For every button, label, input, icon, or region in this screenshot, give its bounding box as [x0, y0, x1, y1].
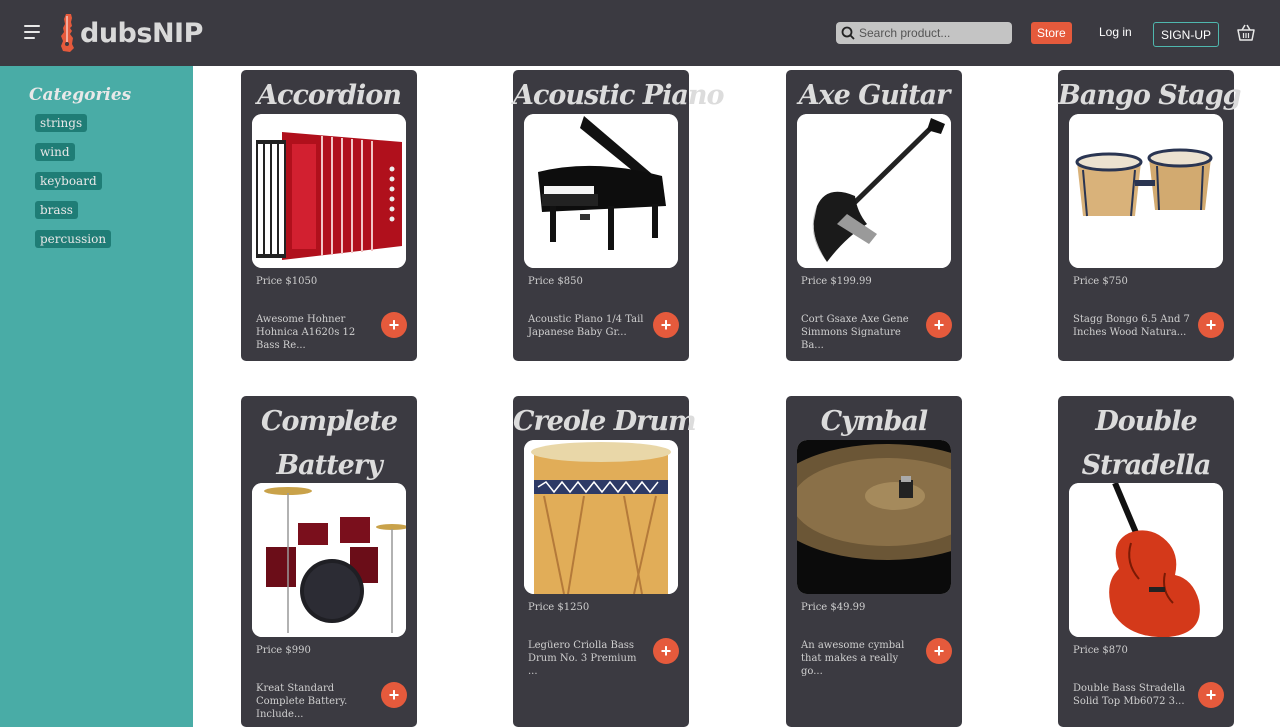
guitar-logo-icon [61, 14, 74, 52]
add-to-cart-button[interactable]: + [926, 638, 952, 664]
category-sidebar: Categories strings wind keyboard brass p… [0, 66, 193, 727]
hamburger-menu-icon[interactable] [24, 25, 40, 39]
category-list: strings wind keyboard brass percussion [35, 114, 112, 259]
top-navbar: dubsNIP Store Log in SIGN-UP [0, 0, 1280, 66]
product-price: Price $850 [528, 276, 583, 287]
product-price: Price $870 [1073, 645, 1128, 656]
product-title: Complete Battery [260, 406, 398, 481]
product-card-cymbal[interactable]: Cymbal Price $49.99 An awesome cymbal th… [786, 396, 962, 727]
add-to-cart-button[interactable]: + [653, 312, 679, 338]
plus-icon: + [1205, 684, 1217, 705]
product-title: Accordion [257, 80, 402, 111]
product-card-creole-drum[interactable]: Creole Drum Price $1250 Legüero Criolla … [513, 396, 697, 727]
product-image-creole-drum[interactable] [524, 440, 678, 594]
product-card-bango-stagg[interactable]: Bango Stagg Price $750 Stagg Bongo 6.5 A… [1058, 70, 1241, 361]
plus-icon: + [388, 684, 400, 705]
plus-icon: + [933, 314, 945, 335]
add-to-cart-button[interactable]: + [1198, 312, 1224, 338]
product-title: Creole Drum [513, 406, 697, 437]
product-price: Price $1050 [256, 276, 318, 287]
product-price: Price $990 [256, 645, 311, 656]
product-description: Stagg Bongo 6.5 And 7 Inches Wood Natura… [1073, 314, 1190, 338]
shopping-basket-icon[interactable] [1236, 23, 1256, 43]
plus-icon: + [933, 640, 945, 661]
product-card-accordion[interactable]: Accordion Price $1050 Awesome Hohner Hoh… [241, 70, 417, 361]
product-card-acoustic-piano[interactable]: Acoustic Piano Price $850 Acoustic Piano… [513, 70, 725, 361]
store-button[interactable]: Store [1031, 22, 1072, 44]
categories-heading: Categories [29, 85, 132, 105]
product-description: Double Bass Stradella Solid Top Mb6072 3… [1073, 683, 1186, 707]
category-keyboard[interactable]: keyboard [35, 172, 102, 190]
product-title: Acoustic Piano [513, 80, 725, 111]
add-to-cart-button[interactable]: + [1198, 682, 1224, 708]
product-description: Acoustic Piano 1/4 Tail Japanese Baby Gr… [528, 314, 644, 338]
plus-icon: + [1205, 314, 1217, 335]
category-brass[interactable]: brass [35, 201, 78, 219]
product-price: Price $1250 [528, 602, 590, 613]
product-title: Axe Guitar [798, 80, 951, 111]
product-price: Price $49.99 [801, 602, 866, 613]
plus-icon: + [388, 314, 400, 335]
product-image-bango-stagg[interactable] [1069, 114, 1223, 268]
product-card-complete-battery[interactable]: Complete Battery Price $990 Kreat Standa… [241, 396, 417, 727]
product-image-double-stradella[interactable] [1069, 483, 1223, 637]
product-image-acoustic-piano[interactable] [524, 114, 678, 268]
signup-button[interactable]: SIGN-UP [1153, 22, 1220, 47]
search-bar[interactable] [836, 22, 1012, 44]
add-to-cart-button[interactable]: + [653, 638, 679, 664]
product-price: Price $199.99 [801, 276, 872, 287]
category-strings[interactable]: strings [35, 114, 88, 132]
add-to-cart-button[interactable]: + [926, 312, 952, 338]
plus-icon: + [660, 314, 672, 335]
product-image-complete-battery[interactable] [252, 483, 406, 637]
category-wind[interactable]: wind [35, 143, 75, 161]
plus-icon: + [660, 640, 672, 661]
product-title: Double Stradella [1081, 406, 1212, 481]
product-title: Bango Stagg [1058, 80, 1241, 111]
product-card-axe-guitar[interactable]: Axe Guitar Price $199.99 Cort Gsaxe Axe … [786, 70, 962, 361]
search-input[interactable] [859, 26, 1009, 40]
product-price: Price $750 [1073, 276, 1128, 287]
logo[interactable]: dubsNIP [60, 13, 203, 53]
product-description: Awesome Hohner Hohnica A1620s 12 Bass Re… [256, 314, 356, 351]
product-card-double-stradella[interactable]: Double Stradella Price $870 Double Bass … [1058, 396, 1234, 727]
product-image-accordion[interactable] [252, 114, 406, 268]
product-description: An awesome cymbal that makes a really go… [801, 640, 905, 677]
add-to-cart-button[interactable]: + [381, 682, 407, 708]
search-icon [841, 26, 855, 40]
product-description: Kreat Standard Complete Battery. Include… [256, 683, 348, 720]
product-description: Legüero Criolla Bass Drum No. 3 Premium … [528, 640, 637, 677]
logo-text: dubsNIP [80, 17, 203, 49]
product-image-axe-guitar[interactable] [797, 114, 951, 268]
login-link[interactable]: Log in [1099, 25, 1132, 39]
product-description: Cort Gsaxe Axe Gene Simmons Signature Ba… [801, 314, 909, 351]
product-title: Cymbal [820, 406, 928, 437]
add-to-cart-button[interactable]: + [381, 312, 407, 338]
product-image-cymbal[interactable] [797, 440, 951, 594]
category-percussion[interactable]: percussion [35, 230, 112, 248]
